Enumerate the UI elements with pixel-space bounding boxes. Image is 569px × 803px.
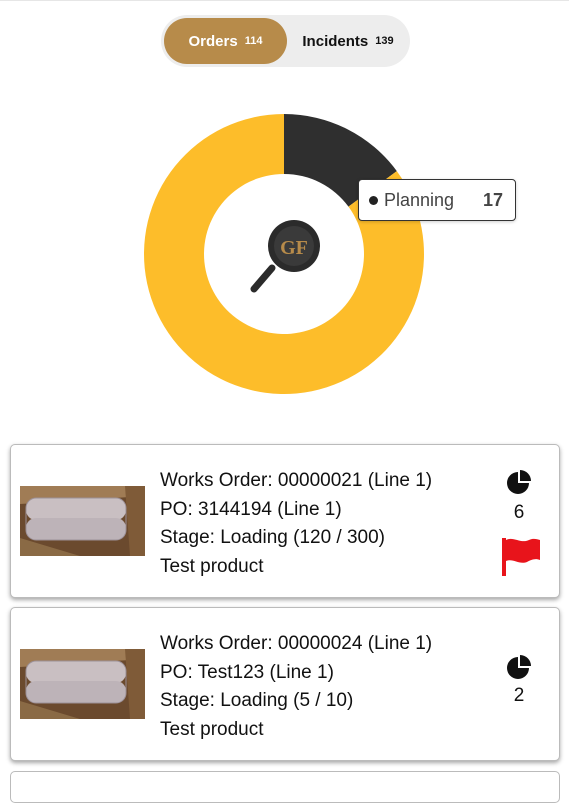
order-card[interactable] [10, 771, 560, 803]
order-card[interactable]: Works Order: 00000024 (Line 1) PO: Test1… [10, 607, 560, 761]
po-text: PO: 3144194 (Line 1) [160, 498, 342, 520]
order-details: Works Order: 00000024 (Line 1) PO: Test1… [160, 630, 432, 744]
chart-tooltip: Planning 17 [358, 179, 516, 221]
product-thumbnail [20, 649, 145, 719]
gf-search-logo-icon: GF [250, 220, 320, 293]
works-order-text: Works Order: 00000024 (Line 1) [160, 633, 433, 654]
status-donut-chart: GF Planning 17 [0, 0, 569, 430]
product-thumbnail [20, 486, 145, 556]
pie-chart-icon[interactable] [506, 653, 532, 679]
product-text: Test product [160, 718, 264, 740]
order-details: Works Order: 00000021 (Line 1) PO: 31441… [160, 467, 432, 581]
pie-chart-icon[interactable] [506, 468, 532, 494]
incident-count: 6 [513, 502, 525, 523]
incident-count: 2 [513, 685, 525, 706]
tooltip-value: 17 [482, 189, 503, 210]
stage-text: Stage: Loading (120 / 300) [160, 527, 386, 548]
flag-icon[interactable] [499, 534, 543, 578]
po-text: PO: Test123 (Line 1) [160, 661, 334, 683]
logo-text: GF [280, 237, 308, 259]
product-text: Test product [160, 555, 264, 577]
tooltip-label: Planning [384, 189, 455, 210]
stage-text: Stage: Loading (5 / 10) [160, 690, 354, 711]
order-card[interactable]: Works Order: 00000021 (Line 1) PO: 31441… [10, 444, 560, 598]
tooltip-series-dot [369, 195, 378, 205]
works-order-text: Works Order: 00000021 (Line 1) [160, 470, 433, 491]
